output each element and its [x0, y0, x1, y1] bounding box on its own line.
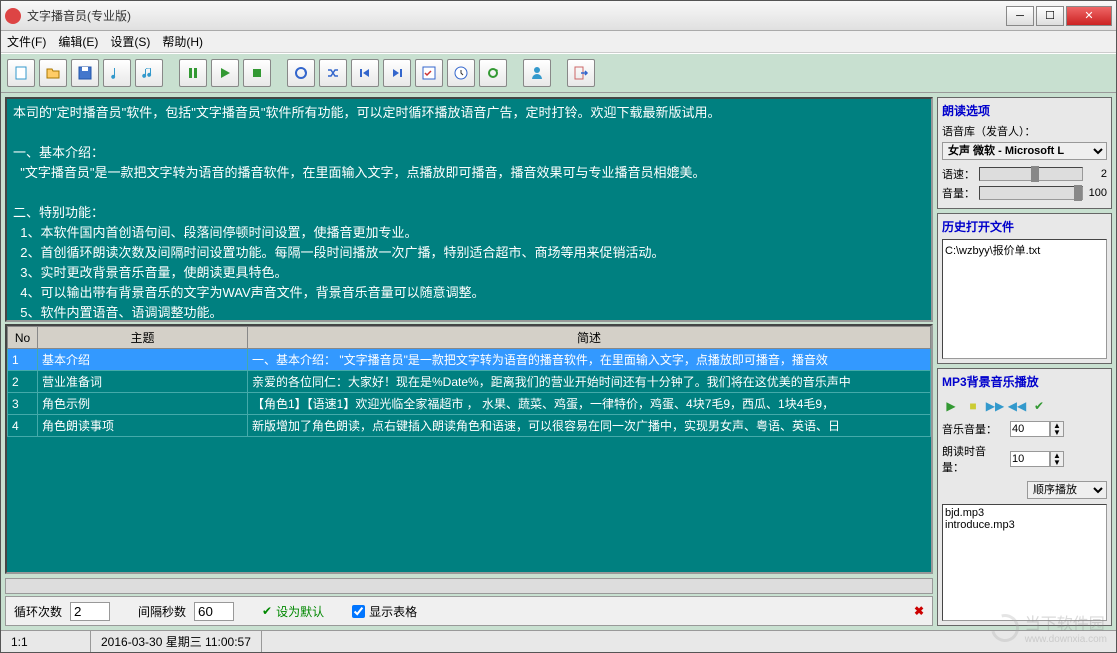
- mp3-panel: MP3背景音乐播放 ▶ ■ ▶▶ ◀◀ ✔ 音乐音量： ▲▼ 朗读时音量： ▲▼: [937, 368, 1112, 626]
- cell-desc: 一、基本介绍： "文字播音员"是一款把文字转为语音的播音软件，在里面输入文字，点…: [248, 349, 931, 371]
- prev-track-button[interactable]: [351, 59, 379, 87]
- mp3-prev-icon[interactable]: ◀◀: [1008, 398, 1026, 414]
- col-desc[interactable]: 简述: [248, 327, 931, 349]
- menu-help[interactable]: 帮助(H): [162, 33, 203, 50]
- maximize-button[interactable]: ☐: [1036, 6, 1064, 26]
- mp3-file-item[interactable]: bjd.mp3: [945, 507, 1104, 519]
- volume-slider[interactable]: [979, 186, 1083, 200]
- history-title: 历史打开文件: [942, 218, 1107, 235]
- loop-count-input[interactable]: [70, 602, 110, 621]
- speed-slider[interactable]: [979, 167, 1083, 181]
- read-vol-spinner[interactable]: ▲▼: [1050, 451, 1064, 467]
- history-panel: 历史打开文件 C:\wzbyy\报价单.txt: [937, 213, 1112, 364]
- music-vol-input[interactable]: [1010, 421, 1050, 437]
- minimize-button[interactable]: ─: [1006, 6, 1034, 26]
- mp3-check-icon[interactable]: ✔: [1030, 398, 1048, 414]
- cell-no: 1: [8, 349, 38, 371]
- set-default-button[interactable]: ✔ 设为默认: [262, 603, 324, 620]
- delete-button[interactable]: ✖: [914, 604, 924, 618]
- speed-label: 语速：: [942, 166, 975, 182]
- music-notes-button[interactable]: [135, 59, 163, 87]
- cell-topic: 基本介绍: [38, 349, 248, 371]
- refresh-button[interactable]: [479, 59, 507, 87]
- bottom-controls: 循环次数 间隔秒数 ✔ 设为默认 显示表格 ✖: [5, 596, 933, 626]
- menu-edit[interactable]: 编辑(E): [58, 33, 98, 50]
- play-mode-select[interactable]: 顺序播放: [1027, 481, 1107, 499]
- datetime: 2016-03-30 星期三 11:00:57: [91, 631, 262, 652]
- toolbar: [1, 53, 1116, 93]
- new-file-button[interactable]: [7, 59, 35, 87]
- menubar: 文件(F) 编辑(E) 设置(S) 帮助(H): [1, 31, 1116, 53]
- cell-topic: 角色朗读事项: [38, 415, 248, 437]
- cell-no: 4: [8, 415, 38, 437]
- cell-no: 3: [8, 393, 38, 415]
- table-row[interactable]: 2营业准备词亲爱的各位同仁：大家好！现在是%Date%，距离我们的营业开始时间还…: [8, 371, 931, 393]
- music-vol-label: 音乐音量：: [942, 421, 1006, 437]
- app-window: 文字播音员(专业版) ─ ☐ ✕ 文件(F) 编辑(E) 设置(S) 帮助(H): [0, 0, 1117, 653]
- volume-value: 100: [1087, 187, 1107, 199]
- cell-desc: 新版增加了角色朗读，点右键插入朗读角色和语速，可以很容易在同一次广播中，实现男女…: [248, 415, 931, 437]
- play-button[interactable]: [211, 59, 239, 87]
- interval-input[interactable]: [194, 602, 234, 621]
- music-note-button[interactable]: [103, 59, 131, 87]
- pause-button[interactable]: [179, 59, 207, 87]
- loop-count-label: 循环次数: [14, 603, 62, 620]
- voice-label: 语音库（发音人）：: [942, 123, 1107, 139]
- app-icon: [5, 8, 21, 24]
- mp3-file-item[interactable]: introduce.mp3: [945, 519, 1104, 531]
- read-options-panel: 朗读选项 语音库（发音人）： 女声 微软 - Microsoft L 语速： 2…: [937, 97, 1112, 209]
- interval-label: 间隔秒数: [138, 603, 186, 620]
- menu-settings[interactable]: 设置(S): [110, 33, 150, 50]
- loop-button[interactable]: [287, 59, 315, 87]
- music-vol-spinner[interactable]: ▲▼: [1050, 421, 1064, 437]
- titlebar: 文字播音员(专业版) ─ ☐ ✕: [1, 1, 1116, 31]
- history-item[interactable]: C:\wzbyy\报价单.txt: [945, 242, 1104, 258]
- cell-desc: 【角色1】【语速1】欢迎光临全家福超市 ， 水果、蔬菜、鸡蛋，一律特价，鸡蛋、4…: [248, 393, 931, 415]
- speed-value: 2: [1087, 168, 1107, 180]
- show-table-checkbox[interactable]: 显示表格: [352, 603, 417, 620]
- read-vol-input[interactable]: [1010, 451, 1050, 467]
- col-no[interactable]: No: [8, 327, 38, 349]
- cursor-pos: 1:1: [1, 631, 91, 652]
- checklist-button[interactable]: [415, 59, 443, 87]
- mp3-play-icon[interactable]: ▶: [942, 398, 960, 414]
- table-row[interactable]: 1基本介绍一、基本介绍： "文字播音员"是一款把文字转为语音的播音软件，在里面输…: [8, 349, 931, 371]
- col-topic[interactable]: 主题: [38, 327, 248, 349]
- text-editor[interactable]: 本司的"定时播音员"软件，包括"文字播音员"软件所有功能，可以定时循环播放语音广…: [5, 97, 933, 322]
- cell-topic: 营业准备词: [38, 371, 248, 393]
- content-area: 本司的"定时播音员"软件，包括"文字播音员"软件所有功能，可以定时循环播放语音广…: [1, 93, 1116, 630]
- mp3-file-list[interactable]: bjd.mp3 introduce.mp3: [942, 504, 1107, 621]
- close-button[interactable]: ✕: [1066, 6, 1112, 26]
- statusbar: 1:1 2016-03-30 星期三 11:00:57: [1, 630, 1116, 652]
- left-column: 本司的"定时播音员"软件，包括"文字播音员"软件所有功能，可以定时循环播放语音广…: [5, 97, 933, 626]
- exit-button[interactable]: [567, 59, 595, 87]
- table-row[interactable]: 3角色示例【角色1】【语速1】欢迎光临全家福超市 ， 水果、蔬菜、鸡蛋，一律特价…: [8, 393, 931, 415]
- history-list[interactable]: C:\wzbyy\报价单.txt: [942, 239, 1107, 359]
- shuffle-button[interactable]: [319, 59, 347, 87]
- read-options-title: 朗读选项: [942, 102, 1107, 119]
- mp3-next-icon[interactable]: ▶▶: [986, 398, 1004, 414]
- script-table: No 主题 简述 1基本介绍一、基本介绍： "文字播音员"是一款把文字转为语音的…: [5, 324, 933, 574]
- voice-select[interactable]: 女声 微软 - Microsoft L: [942, 142, 1107, 160]
- cell-topic: 角色示例: [38, 393, 248, 415]
- user-button[interactable]: [523, 59, 551, 87]
- next-track-button[interactable]: [383, 59, 411, 87]
- mp3-stop-icon[interactable]: ■: [964, 398, 982, 414]
- right-column: 朗读选项 语音库（发音人）： 女声 微软 - Microsoft L 语速： 2…: [937, 97, 1112, 626]
- menu-file[interactable]: 文件(F): [7, 33, 46, 50]
- cell-desc: 亲爱的各位同仁：大家好！现在是%Date%，距离我们的营业开始时间还有十分钟了。…: [248, 371, 931, 393]
- save-button[interactable]: [71, 59, 99, 87]
- window-title: 文字播音员(专业版): [27, 7, 1006, 24]
- read-vol-label: 朗读时音量：: [942, 443, 1006, 475]
- table-row[interactable]: 4角色朗读事项新版增加了角色朗读，点右键插入朗读角色和语速，可以很容易在同一次广…: [8, 415, 931, 437]
- open-file-button[interactable]: [39, 59, 67, 87]
- cell-no: 2: [8, 371, 38, 393]
- horizontal-scrollbar[interactable]: [5, 578, 933, 594]
- stop-button[interactable]: [243, 59, 271, 87]
- mp3-title: MP3背景音乐播放: [942, 373, 1107, 390]
- clock-button[interactable]: [447, 59, 475, 87]
- volume-label: 音量：: [942, 185, 975, 201]
